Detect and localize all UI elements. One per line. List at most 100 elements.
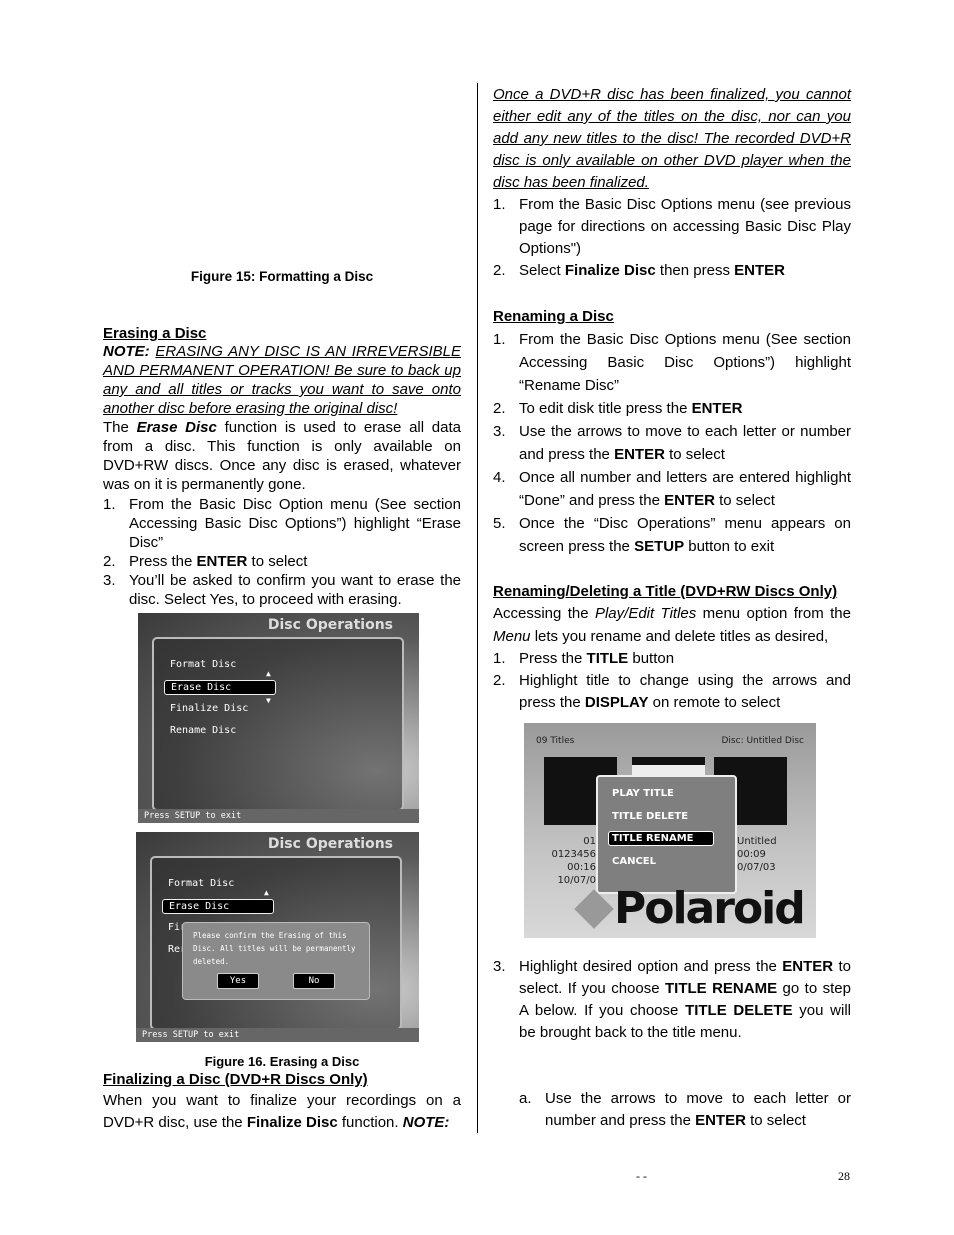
text-run: to select <box>247 553 308 570</box>
title-date: 0/07/03 <box>737 862 776 873</box>
screen-footer: Press SETUP to exit <box>136 1028 419 1042</box>
footer-dashes: - - <box>636 1169 647 1183</box>
text-run: Erase Disc <box>136 419 217 436</box>
text-run: From the Basic Disc Option menu (See sec… <box>129 496 461 551</box>
text-run: TITLE RENAME <box>665 980 778 997</box>
title-duration: 00:09 <box>737 849 766 860</box>
text-run: ENTER <box>664 492 715 509</box>
text-run: Menu <box>493 628 531 645</box>
list-text: Once all number and letters are entered … <box>519 466 851 512</box>
title-section-intro: Accessing the Play/Edit Titles menu opti… <box>493 602 851 648</box>
erasing-steps: 1. From the Basic Disc Option menu (See s… <box>103 495 461 609</box>
text-run: SETUP <box>634 538 685 555</box>
menu-cancel: CANCEL <box>612 856 656 867</box>
text-run: From the Basic Disc Options menu (see pr… <box>519 196 851 257</box>
list-number: 2. <box>493 400 506 417</box>
list-item: 3. You’ll be asked to confirm you want to… <box>103 571 461 609</box>
text-run: ERASING ANY DISC IS AN IRREVERSIBLE AND … <box>103 343 461 417</box>
text-run: button to exit <box>684 538 775 555</box>
yes-button: Yes <box>217 973 259 989</box>
list-item: 1. From the Basic Disc Options menu (See … <box>493 328 851 397</box>
list-text: Highlight title to change using the arro… <box>519 670 851 714</box>
menu-title-rename-selected: TITLE RENAME <box>608 831 714 846</box>
menu-item-format: Format Disc <box>170 659 237 670</box>
figure-15-caption: Figure 15: Formatting a Disc <box>190 269 374 284</box>
title-duration: 00:16 <box>567 862 596 873</box>
title-menu-screenshot: 09 Titles Disc: Untitled Disc 01 0123456… <box>524 723 816 938</box>
list-number: 1. <box>493 196 506 213</box>
menu-item-finalize: Finalize Disc <box>170 703 249 714</box>
text-run: Press the <box>519 650 587 667</box>
text-run: to select <box>714 492 775 509</box>
text-run: Once a DVD+R disc has been finalized, yo… <box>493 86 851 191</box>
text-run: Select <box>519 262 565 279</box>
erasing-body: The Erase Disc function is used to erase… <box>103 418 461 494</box>
menu-panel: Format Disc Erase Disc Finalize Disc Ren… <box>152 637 404 811</box>
list-item: 1. From the Basic Disc Option menu (See s… <box>103 495 461 552</box>
title-section-step-3: 3. Highlight desired option and press the… <box>493 956 851 1044</box>
erasing-note: NOTE: ERASING ANY DISC IS AN IRREVERSIBL… <box>103 342 461 418</box>
text-run: button <box>628 650 675 667</box>
no-button: No <box>293 973 335 989</box>
list-number: 2. <box>493 672 506 689</box>
text-run: TITLE <box>586 650 629 667</box>
column-divider <box>477 83 478 1133</box>
list-item: 2. Highlight title to change using the ar… <box>493 670 851 714</box>
text-run: Finalize Disc <box>564 262 656 279</box>
dialog-text: Please confirm the Erasing of this Disc.… <box>193 931 356 966</box>
list-text: From the Basic Disc Option menu (See sec… <box>129 495 461 552</box>
text-run: Finalize Disc <box>246 1114 338 1131</box>
text-run: to select <box>664 446 725 463</box>
left-title-info: 01 0123456 00:16 10/07/0 <box>544 835 596 887</box>
list-item: 1. Press the TITLE button <box>493 648 851 670</box>
text-run: NOTE: <box>103 343 150 360</box>
disc-operations-screenshot: Disc Operations Format Disc Erase Disc F… <box>138 613 419 823</box>
disc-name: Disc: Untitled Disc <box>721 736 805 746</box>
confirm-dialog: Please confirm the Erasing of this Disc.… <box>182 922 370 1000</box>
text-run: ENTER <box>196 553 248 570</box>
list-item: 1. From the Basic Disc Options menu (see … <box>493 194 851 260</box>
list-number: a. <box>519 1090 532 1107</box>
list-item: 4. Once all number and letters are entere… <box>493 466 851 512</box>
text-run: then press <box>655 262 735 279</box>
menu-play-title: PLAY TITLE <box>612 788 674 799</box>
text-run: function. <box>337 1114 403 1131</box>
polaroid-logo: Polaroid <box>614 883 806 934</box>
text-run: ENTER <box>782 958 834 975</box>
menu-item-rename: Rename Disc <box>170 725 237 736</box>
list-number: 3. <box>493 958 506 975</box>
list-number: 4. <box>493 469 506 486</box>
text-run: The <box>103 419 137 436</box>
list-number: 1. <box>493 331 506 348</box>
list-number: 2. <box>493 262 506 279</box>
text-run: ENTER <box>695 1112 746 1129</box>
list-item: 5. Once the “Disc Operations” menu appear… <box>493 512 851 558</box>
list-text: Use the arrows to move to each letter or… <box>519 420 851 466</box>
figure-16-caption: Figure 16. Erasing a Disc <box>204 1054 360 1069</box>
finalizing-heading: Finalizing a Disc (DVD+R Discs Only) <box>103 1071 368 1088</box>
finalize-steps: 1. From the Basic Disc Options menu (see … <box>493 194 851 282</box>
list-text: Select Finalize Disc then press ENTER <box>519 260 851 282</box>
title-section-heading: Renaming/Deleting a Title (DVD+RW Discs … <box>493 583 838 600</box>
text-run: menu option from the <box>696 605 851 622</box>
list-item: 2. Press the ENTER to select <box>103 552 461 571</box>
list-number: 3. <box>103 572 116 589</box>
text-run: DISPLAY <box>584 694 649 711</box>
list-item: 3. Use the arrows to move to each letter … <box>493 420 851 466</box>
title-name: 01 0123456 <box>551 836 596 860</box>
title-date: 10/07/0 <box>557 875 596 886</box>
menu-item-erase-selected: Erase Disc <box>164 680 276 695</box>
text-run: Accessing the <box>493 605 595 622</box>
finalizing-body: When you want to finalize your recording… <box>103 1090 461 1134</box>
text-run: You’ll be asked to confirm you want to e… <box>129 572 461 608</box>
title-count: 09 Titles <box>536 736 575 746</box>
text-run: NOTE: <box>402 1114 450 1131</box>
text-run: ENTER <box>691 400 743 417</box>
title-options-menu: PLAY TITLE TITLE DELETE TITLE RENAME CAN… <box>596 775 737 894</box>
renaming-heading: Renaming a Disc <box>493 308 614 325</box>
menu-item-format: Format Disc <box>168 878 235 889</box>
text-run: lets you rename and delete titles as des… <box>530 628 829 645</box>
list-text: Highlight desired option and press the E… <box>519 956 851 1044</box>
finalize-note: Once a DVD+R disc has been finalized, yo… <box>493 84 851 194</box>
menu-title-delete: TITLE DELETE <box>612 811 689 822</box>
